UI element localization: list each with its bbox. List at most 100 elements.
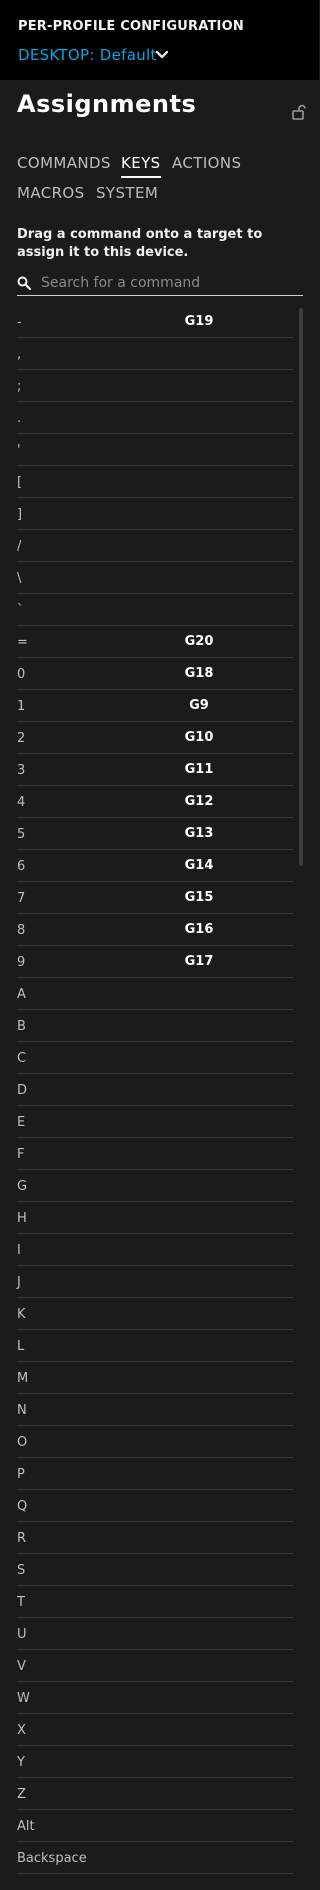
page-title: Assignments [17, 90, 197, 118]
key-row[interactable]: / [17, 530, 293, 562]
assigned-gkey: G17 [184, 954, 214, 969]
key-label: O [17, 1435, 28, 1450]
key-row[interactable]: U [17, 1618, 293, 1650]
key-row[interactable]: A [17, 978, 293, 1010]
chevron-down-icon[interactable] [156, 50, 168, 60]
key-row[interactable]: - G19 [17, 306, 293, 338]
key-label: Backspace [17, 1851, 87, 1866]
key-row[interactable]: S [17, 1554, 293, 1586]
key-label: 5 [17, 827, 26, 842]
key-row[interactable]: 4 G12 [17, 786, 293, 818]
key-row[interactable]: , [17, 338, 293, 370]
key-row[interactable]: G [17, 1170, 293, 1202]
key-row[interactable]: O [17, 1426, 293, 1458]
key-label: \ [17, 571, 22, 586]
key-row[interactable]: 9 G17 [17, 946, 293, 978]
key-label: J [17, 1275, 21, 1290]
key-row[interactable]: N [17, 1394, 293, 1426]
key-label: S [17, 1563, 26, 1578]
key-row[interactable]: W [17, 1682, 293, 1714]
profile-name: Default [99, 46, 157, 64]
key-label: W [17, 1691, 30, 1706]
tab-system[interactable]: SYSTEM [96, 184, 158, 202]
key-row[interactable]: T [17, 1586, 293, 1618]
assigned-gkey: G9 [189, 698, 209, 713]
key-row[interactable]: ` [17, 594, 293, 626]
profile-prefix: DESKTOP: [18, 46, 95, 64]
tab-macros[interactable]: MACROS [17, 184, 85, 202]
key-label: ' [17, 443, 21, 458]
key-row[interactable]: ' [17, 434, 293, 466]
assigned-gkey: G11 [184, 762, 214, 777]
key-row[interactable]: ] [17, 498, 293, 530]
key-label: R [17, 1531, 27, 1546]
key-row[interactable]: F [17, 1138, 293, 1170]
key-label: 4 [17, 795, 26, 810]
unlock-icon[interactable] [292, 104, 306, 120]
tab-commands[interactable]: COMMANDS [17, 154, 111, 172]
key-row[interactable]: C [17, 1042, 293, 1074]
configuration-title: PER-PROFILE CONFIGURATION [18, 19, 244, 34]
key-label: Y [17, 1755, 25, 1770]
key-label: , [17, 347, 22, 362]
key-label: M [17, 1371, 29, 1386]
key-label: B [17, 1019, 26, 1034]
assigned-gkey: G16 [184, 922, 214, 937]
key-row[interactable]: D [17, 1074, 293, 1106]
key-row[interactable]: 6 G14 [17, 850, 293, 882]
key-row[interactable]: . [17, 402, 293, 434]
key-row[interactable]: 1 G9 [17, 690, 293, 722]
key-row[interactable]: 3 G11 [17, 754, 293, 786]
key-label: ` [17, 603, 24, 618]
key-row[interactable]: = G20 [17, 626, 293, 658]
key-row[interactable]: Q [17, 1490, 293, 1522]
key-label: - [17, 315, 22, 330]
key-label: 0 [17, 667, 26, 682]
assigned-gkey: G20 [184, 634, 214, 649]
key-row[interactable]: V [17, 1650, 293, 1682]
scrollbar-thumb[interactable] [299, 308, 303, 866]
key-label: H [17, 1211, 27, 1226]
key-row[interactable]: [ [17, 466, 293, 498]
key-label: [ [17, 475, 23, 490]
key-row[interactable]: 7 G15 [17, 882, 293, 914]
search-bar [17, 272, 303, 296]
key-row[interactable]: ; [17, 370, 293, 402]
key-list: - G19,;. ' [] / \ ` = G20 0 G18 1 G9 2 G10 3 G11 4 G12 5 G13… [17, 306, 293, 1874]
key-row[interactable]: Z [17, 1778, 293, 1810]
key-row[interactable]: Alt [17, 1810, 293, 1842]
assigned-gkey: G18 [184, 666, 214, 681]
key-row[interactable]: 2 G10 [17, 722, 293, 754]
key-row[interactable]: R [17, 1522, 293, 1554]
key-row[interactable]: 5 G13 [17, 818, 293, 850]
profile-selector[interactable]: DESKTOP: Default [18, 46, 157, 64]
key-row[interactable]: 0 G18 [17, 658, 293, 690]
key-label: ; [17, 379, 22, 394]
key-row[interactable]: Y [17, 1746, 293, 1778]
key-row[interactable]: P [17, 1458, 293, 1490]
search-input[interactable] [41, 272, 299, 294]
tab-keys[interactable]: KEYS [121, 154, 161, 178]
key-label: I [17, 1243, 21, 1258]
assignments-header: Assignments [0, 80, 319, 120]
key-row[interactable]: K [17, 1298, 293, 1330]
scrollbar[interactable] [299, 308, 303, 866]
key-label: 1 [17, 699, 26, 714]
key-row[interactable]: X [17, 1714, 293, 1746]
key-row[interactable]: L [17, 1330, 293, 1362]
key-row[interactable]: I [17, 1234, 293, 1266]
key-label: N [17, 1403, 27, 1418]
key-label: / [17, 539, 22, 554]
key-row[interactable]: H [17, 1202, 293, 1234]
key-label: = [17, 635, 28, 650]
key-row[interactable]: B [17, 1010, 293, 1042]
key-row[interactable]: \ [17, 562, 293, 594]
key-row[interactable]: 8 G16 [17, 914, 293, 946]
key-row[interactable]: M [17, 1362, 293, 1394]
key-row[interactable]: E [17, 1106, 293, 1138]
tab-actions[interactable]: ACTIONS [172, 154, 241, 172]
key-label: G [17, 1179, 28, 1194]
assigned-gkey: G12 [184, 794, 214, 809]
key-row[interactable]: Backspace [17, 1842, 293, 1874]
key-row[interactable]: J [17, 1266, 293, 1298]
